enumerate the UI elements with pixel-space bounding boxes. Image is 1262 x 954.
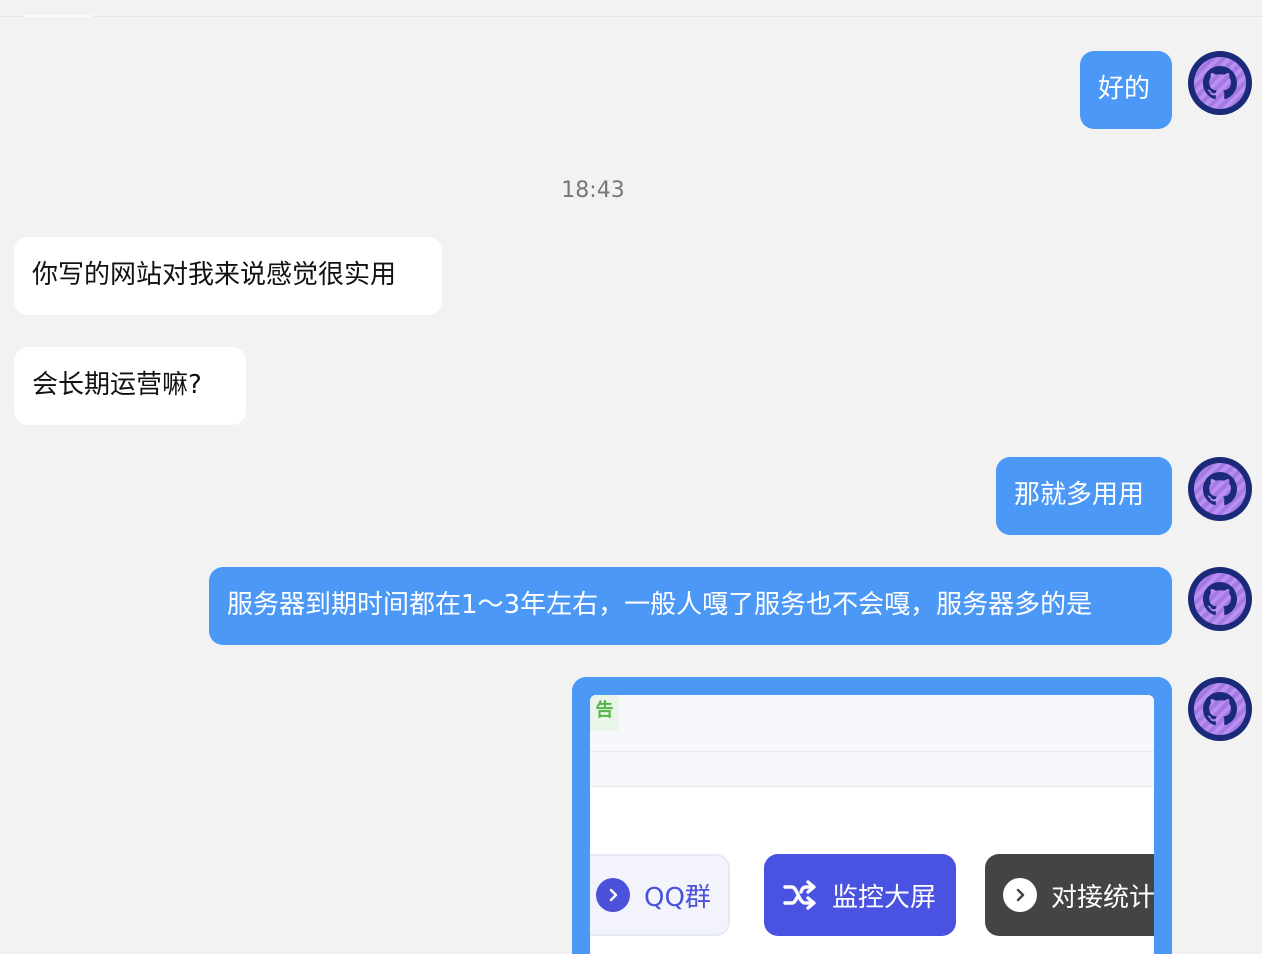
avatar[interactable]: [1188, 51, 1252, 115]
chevron-right-circle-icon: [1003, 878, 1037, 912]
announcement-tag: 告: [590, 695, 619, 731]
qq-group-label: QQ群: [644, 882, 711, 913]
integration-stats-button[interactable]: 对接统计: [985, 854, 1154, 936]
message-text: 服务器到期时间都在1～3年左右，一般人嘎了服务也不会嘎，服务器多的是: [227, 590, 1093, 620]
github-octocat-icon: [1194, 683, 1246, 735]
qq-group-button[interactable]: QQ群: [590, 854, 730, 936]
top-divider: [0, 16, 1262, 17]
top-tab-indicator: [24, 15, 94, 17]
message-bubble-outgoing[interactable]: 服务器到期时间都在1～3年左右，一般人嘎了服务也不会嘎，服务器多的是: [209, 567, 1172, 645]
github-octocat-icon: [1194, 57, 1246, 109]
screenshot-header: 告: [590, 695, 1154, 752]
github-octocat-icon: [1194, 573, 1246, 625]
avatar[interactable]: [1188, 567, 1252, 631]
chevron-right-circle-icon: [596, 878, 630, 912]
message-text: 好的: [1098, 74, 1151, 104]
chat-window: 好的 18:43 你写的网站对我来说感觉很实用 会长期运营嘛? 那就多用用 服务…: [0, 0, 1262, 954]
timestamp: 18:43: [561, 178, 625, 203]
integration-stats-label: 对接统计: [1051, 882, 1154, 913]
message-bubble-incoming[interactable]: 你写的网站对我来说感觉很实用: [14, 237, 442, 315]
message-bubble-incoming[interactable]: 会长期运营嘛?: [14, 347, 246, 425]
message-bubble-outgoing[interactable]: 好的: [1080, 51, 1172, 129]
shuffle-icon: [782, 877, 818, 913]
message-text: 你写的网站对我来说感觉很实用: [32, 260, 397, 290]
github-octocat-icon: [1194, 463, 1246, 515]
message-text: 那就多用用: [1014, 480, 1145, 510]
screenshot-image[interactable]: 告 QQ群 监控大屏 对接统计: [590, 695, 1154, 954]
message-image-bubble[interactable]: 告 QQ群 监控大屏 对接统计: [572, 677, 1172, 954]
monitor-screen-button[interactable]: 监控大屏: [764, 854, 956, 936]
monitor-screen-label: 监控大屏: [832, 882, 937, 913]
avatar[interactable]: [1188, 677, 1252, 741]
avatar[interactable]: [1188, 457, 1252, 521]
screenshot-row: [590, 752, 1154, 787]
message-text: 会长期运营嘛?: [32, 370, 202, 400]
message-bubble-outgoing[interactable]: 那就多用用: [996, 457, 1172, 535]
